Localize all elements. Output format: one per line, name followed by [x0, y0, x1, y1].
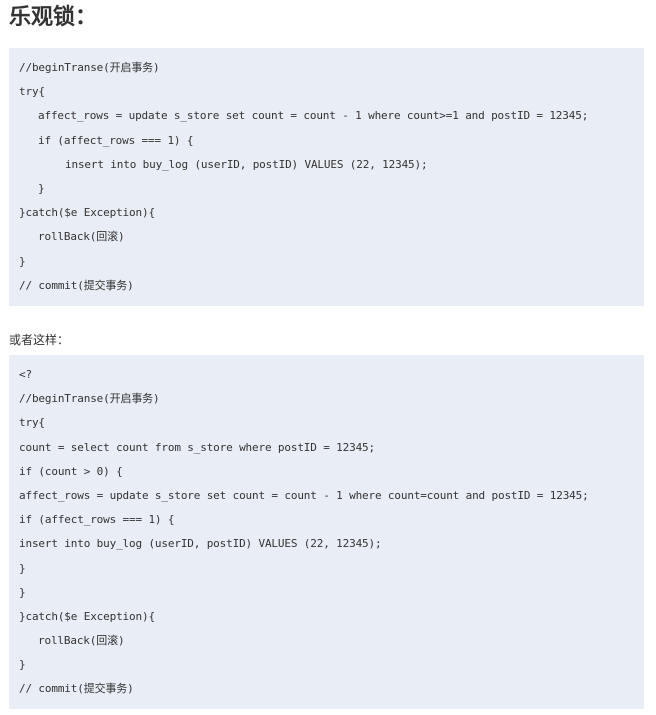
code-line: try{ [19, 416, 45, 430]
code-line: // commit(提交事务) [19, 278, 134, 292]
section-heading: 乐观锁： [9, 5, 98, 30]
code-block-alternative: <? //beginTranse(开启事务) try{ count = sele… [9, 355, 644, 709]
alternative-intro-text: 或者这样： [9, 333, 70, 347]
code-line: }catch($e Exception){ [19, 609, 155, 623]
code-line: <? [19, 368, 32, 381]
code-block-optimistic-lock: //beginTranse(开启事务) try{ affect_rows = u… [9, 48, 644, 306]
code-line: // commit(提交事务) [19, 682, 134, 696]
code-line: affect_rows = update s_store set count =… [38, 109, 589, 123]
code-line: } [19, 561, 26, 575]
code-line: count = select count from s_store where … [19, 440, 375, 454]
code-line: if (affect_rows === 1) { [38, 133, 194, 147]
code-line: } [19, 658, 26, 672]
code-line: insert into buy_log (userID, postID) VAL… [19, 537, 382, 551]
code-line: affect_rows = update s_store set count =… [19, 488, 589, 502]
code-line: //beginTranse(开启事务) [19, 392, 160, 406]
code-line: //beginTranse(开启事务) [19, 61, 160, 74]
code-line: if (affect_rows === 1) { [19, 513, 175, 527]
code-line: } [38, 181, 45, 195]
code-line: } [19, 585, 26, 599]
code-line: insert into buy_log (userID, postID) VAL… [65, 157, 428, 171]
code-line: if (count > 0) { [19, 464, 123, 478]
code-line: try{ [19, 85, 45, 99]
code-line: }catch($e Exception){ [19, 206, 155, 220]
code-line: rollBack(回滚) [38, 230, 125, 244]
code-line: rollBack(回滚) [38, 634, 125, 648]
code-line: } [19, 254, 26, 268]
